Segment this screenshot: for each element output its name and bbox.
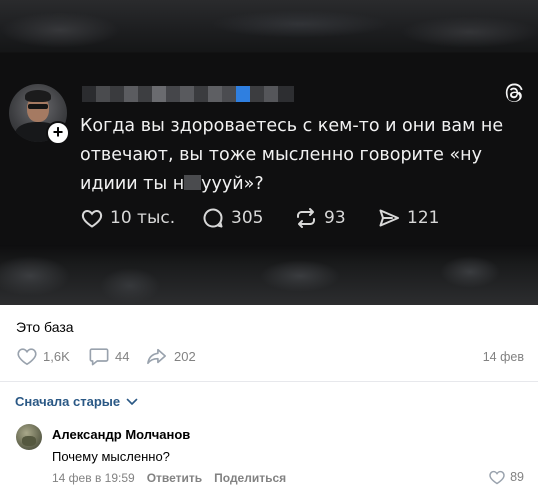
comment-time[interactable]: 14 фев в 19:59 <box>52 471 135 485</box>
threads-post-text: Когда вы здороваетесь с кем-то и они вам… <box>80 116 504 194</box>
heart-icon <box>81 209 103 228</box>
comment-like-button[interactable]: 89 <box>488 469 524 485</box>
chevron-down-icon <box>126 398 138 405</box>
comments-sort-dropdown[interactable]: Сначала старые <box>15 394 138 409</box>
follow-plus-icon: + <box>46 121 70 145</box>
post-date: 14 фев <box>482 350 524 364</box>
post-image[interactable]: + Когда вы здороваетесь с кем-то и они в… <box>0 0 538 305</box>
post-caption: Это база <box>16 319 74 335</box>
share-button[interactable]: 202 <box>145 346 196 366</box>
comment-author-avatar[interactable] <box>16 424 42 450</box>
reply-link[interactable]: Ответить <box>147 471 202 485</box>
blurred-background-bottom <box>0 246 538 305</box>
share-comment-link[interactable]: Поделиться <box>214 471 286 485</box>
heart-icon <box>17 348 37 366</box>
like-button[interactable]: 1,6K <box>16 346 70 366</box>
repost-icon <box>297 208 315 228</box>
divider <box>0 381 538 382</box>
sort-label: Сначала старые <box>15 394 121 409</box>
comment-text: Почему мысленно? <box>52 449 170 464</box>
author-avatar: + <box>9 84 70 145</box>
image-shares-stat: 121 <box>377 206 439 230</box>
comment-bubble-icon <box>203 208 223 228</box>
pixelated-username <box>82 86 294 102</box>
image-reposts-stat: 93 <box>294 206 346 230</box>
censor-block <box>184 175 202 190</box>
blurred-background-top <box>0 0 538 52</box>
send-icon <box>379 209 399 227</box>
comment-author-name[interactable]: Александр Молчанов <box>52 427 190 442</box>
comment-button[interactable]: 44 <box>88 346 129 366</box>
comment-icon <box>89 348 109 366</box>
image-likes-stat: 10 тыс. <box>80 206 175 230</box>
share-arrow-icon <box>147 348 166 365</box>
comment-meta: 14 фев в 19:59 Ответить Поделиться <box>52 471 298 485</box>
threads-logo-icon <box>505 83 523 102</box>
image-comments-stat: 305 <box>201 206 263 230</box>
heart-icon <box>489 470 505 485</box>
